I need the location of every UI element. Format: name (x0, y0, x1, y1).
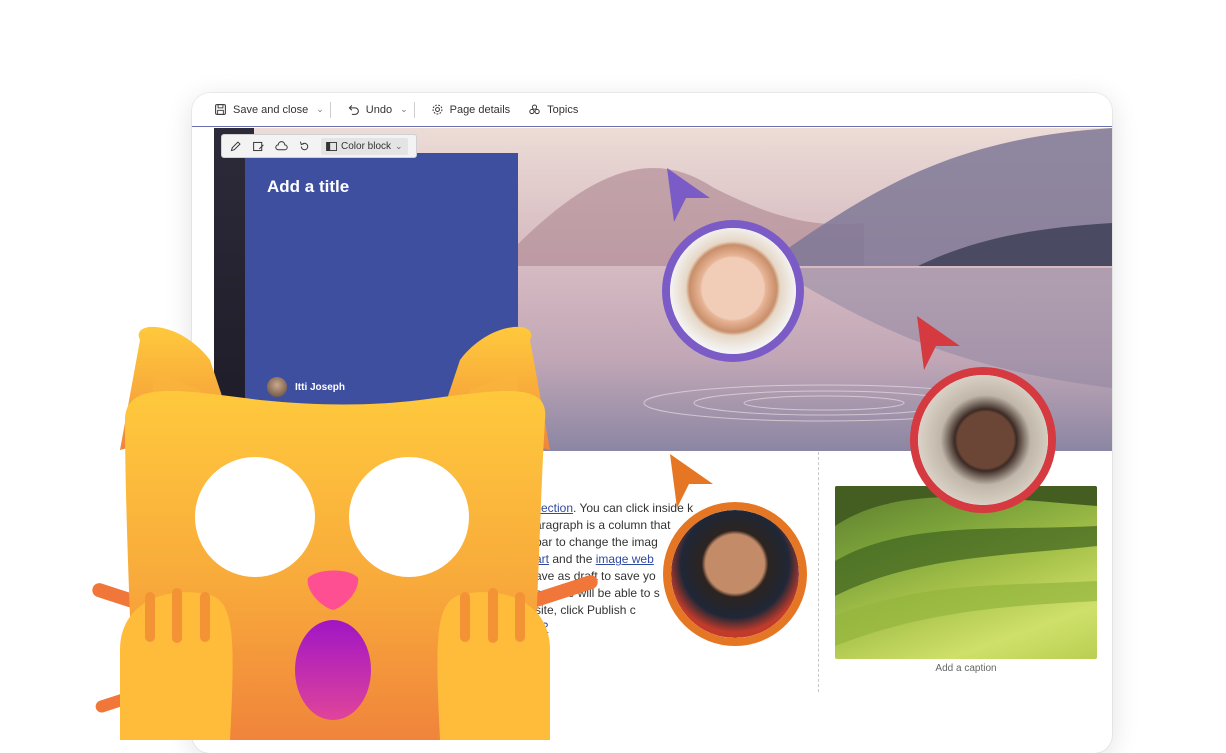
chevron-down-icon[interactable]: ⌄ (316, 104, 324, 115)
collaborator-avatar-red (910, 367, 1056, 513)
green-field-picture (835, 486, 1097, 646)
image-caption[interactable]: Add a caption (835, 663, 1097, 674)
field-image[interactable] (835, 486, 1097, 659)
save-and-close-button[interactable]: Save and close ⌄ (214, 103, 324, 116)
undo-icon (348, 105, 359, 115)
purple-pointer-icon (667, 168, 710, 222)
divider (413, 101, 415, 118)
image-edit-icon[interactable] (252, 140, 265, 153)
page-details-button[interactable]: Page details (431, 103, 511, 116)
gear-icon (432, 104, 443, 115)
undo-label: Undo (365, 103, 393, 116)
color-block-dropdown[interactable]: Color block ⌄ (321, 137, 408, 155)
orange-pointer-icon (670, 454, 713, 508)
page-details-label: Page details (449, 103, 511, 116)
chevron-down-icon: ⌄ (395, 140, 403, 151)
rotate-icon[interactable] (298, 140, 311, 153)
collaborator-avatar-purple (662, 220, 804, 362)
collaborator-avatar-orange (663, 502, 807, 646)
web-part-edit-toolbar: Color block ⌄ (221, 134, 417, 158)
undo-button[interactable]: Undo ⌄ (347, 103, 408, 116)
pencil-icon[interactable] (229, 140, 242, 153)
column-divider (818, 452, 819, 692)
color-block-label: Color block (341, 140, 392, 152)
topics-icon (529, 104, 540, 115)
command-bar: Save and close ⌄ Undo ⌄ Page details Top… (192, 93, 1112, 127)
color-block-icon (326, 141, 337, 151)
cat-mascot-illustration (92, 326, 598, 740)
cloud-icon[interactable] (275, 140, 288, 153)
page-title-input[interactable]: Add a title (267, 177, 349, 197)
red-pointer-icon (917, 316, 960, 370)
divider (329, 101, 331, 118)
topics-button[interactable]: Topics (528, 103, 578, 116)
chevron-down-icon[interactable]: ⌄ (400, 104, 408, 115)
topics-label: Topics (547, 103, 579, 116)
save-and-close-label: Save and close (233, 103, 309, 116)
save-icon (215, 104, 226, 115)
